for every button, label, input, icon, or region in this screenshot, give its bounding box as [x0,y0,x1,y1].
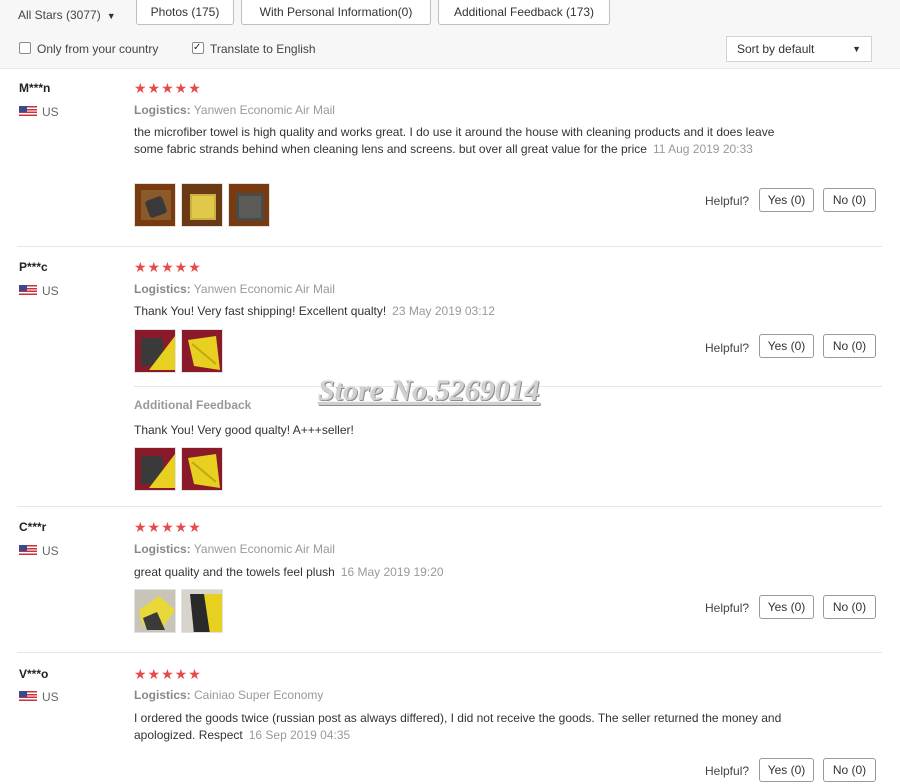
store-watermark: Store No.5269014 [318,374,540,407]
only-country-checkbox[interactable] [19,42,31,54]
chevron-down-icon: ▼ [106,11,116,21]
helpful-label: Helpful? [705,764,750,778]
logistics-info: Logistics: Cainiao Super Economy [134,688,323,702]
helpful-no-button[interactable]: No (0) [823,758,876,782]
logistics-value: Yanwen Economic Air Mail [193,103,335,117]
towel-photo-thumbnail[interactable] [181,183,223,227]
review-text: I ordered the goods twice (russian post … [134,710,784,744]
reviewer-name: M***n [19,81,51,95]
logistics-label: Logistics: [134,103,191,117]
review-divider [17,652,882,653]
all-stars-label: All Stars (3077) [18,8,101,22]
review-body: I ordered the goods twice (russian post … [134,711,782,742]
additional-feedback-filter-button[interactable]: Additional Feedback (173) [438,0,610,25]
star-rating: ★★★★★ [134,520,202,536]
review-date: 16 May 2019 19:20 [340,565,444,579]
review-date: 16 Sep 2019 04:35 [248,728,351,742]
towel-photo-thumbnail[interactable] [134,447,176,491]
towel-photo-thumbnail[interactable] [181,329,223,373]
review-text: great quality and the towels feel plush 1… [134,564,784,581]
country-code: US [42,105,59,119]
review-photos [134,329,228,374]
photos-filter-button[interactable]: Photos (175) [136,0,234,25]
towel-photo-thumbnail[interactable] [228,183,270,227]
personal-info-filter-button[interactable]: With Personal Information(0) [241,0,431,25]
towel-photo-thumbnail[interactable] [134,183,176,227]
helpful-no-button[interactable]: No (0) [823,334,876,358]
only-country-checkbox-row[interactable]: Only from your country [19,41,158,57]
review-date: 23 May 2019 03:12 [392,304,495,318]
sort-dropdown[interactable]: Sort by default ▼ [726,36,872,62]
logistics-info: Logistics: Yanwen Economic Air Mail [134,542,335,556]
helpful-label: Helpful? [705,341,750,355]
logistics-label: Logistics: [134,688,191,702]
translate-checkbox-row[interactable]: Translate to English [192,40,316,57]
reviewer-country: US [19,691,59,703]
only-country-label: Only from your country [37,42,159,56]
review-text: Thank You! Very fast shipping! Excellent… [134,303,784,320]
helpful-yes-button[interactable]: Yes (0) [759,595,814,619]
additional-feedback-photos [134,447,228,492]
review-divider [17,506,882,507]
logistics-info: Logistics: Yanwen Economic Air Mail [134,282,335,296]
review-body: Thank You! Very fast shipping! Excellent… [134,304,387,318]
towel-photo-thumbnail[interactable] [181,447,223,491]
towel-photo-thumbnail[interactable] [181,589,223,633]
towel-photo-thumbnail[interactable] [134,329,176,373]
us-flag-icon [19,691,37,701]
logistics-value: Yanwen Economic Air Mail [193,542,335,556]
reviewer-country: US [19,285,59,297]
logistics-info: Logistics: Yanwen Economic Air Mail [134,103,335,117]
review-body: great quality and the towels feel plush [134,565,335,579]
translate-checkbox[interactable] [192,40,204,56]
reviewer-name: P***c [19,260,48,274]
reviewer-country: US [19,545,59,557]
towel-photo-thumbnail[interactable] [134,589,176,633]
logistics-label: Logistics: [134,542,191,556]
helpful-label: Helpful? [705,601,750,615]
reviewer-name: C***r [19,520,47,534]
country-code: US [42,690,59,704]
star-rating: ★★★★★ [134,260,202,276]
star-rating: ★★★★★ [134,667,202,683]
star-rating: ★★★★★ [134,81,202,97]
country-code: US [42,544,59,558]
review-date: 11 Aug 2019 20:33 [652,142,753,156]
additional-feedback-heading: Additional Feedback [134,398,252,412]
review-photos [134,183,275,228]
helpful-yes-button[interactable]: Yes (0) [759,188,814,212]
sort-label: Sort by default [737,42,815,56]
country-code: US [42,284,59,298]
reviewer-country: US [19,106,59,118]
review-photos [134,589,228,634]
all-stars-dropdown[interactable]: All Stars (3077) ▼ [18,4,116,26]
additional-feedback-text: Thank You! Very good qualty! A+++seller! [134,423,354,437]
helpful-no-button[interactable]: No (0) [823,595,876,619]
filter-bar: All Stars (3077) ▼ Photos (175) With Pers… [0,0,900,69]
review-text: the microfiber towel is high quality and… [134,124,784,158]
reviewer-name: V***o [19,667,49,681]
us-flag-icon [19,285,37,295]
review-divider [17,246,882,247]
helpful-yes-button[interactable]: Yes (0) [759,334,814,358]
helpful-yes-button[interactable]: Yes (0) [759,758,814,782]
us-flag-icon [19,106,37,116]
helpful-label: Helpful? [705,194,750,208]
helpful-no-button[interactable]: No (0) [823,188,876,212]
logistics-value: Yanwen Economic Air Mail [193,282,335,296]
chevron-down-icon: ▼ [852,44,861,54]
logistics-label: Logistics: [134,282,191,296]
translate-label: Translate to English [210,42,316,56]
logistics-value: Cainiao Super Economy [194,688,324,702]
us-flag-icon [19,545,37,555]
